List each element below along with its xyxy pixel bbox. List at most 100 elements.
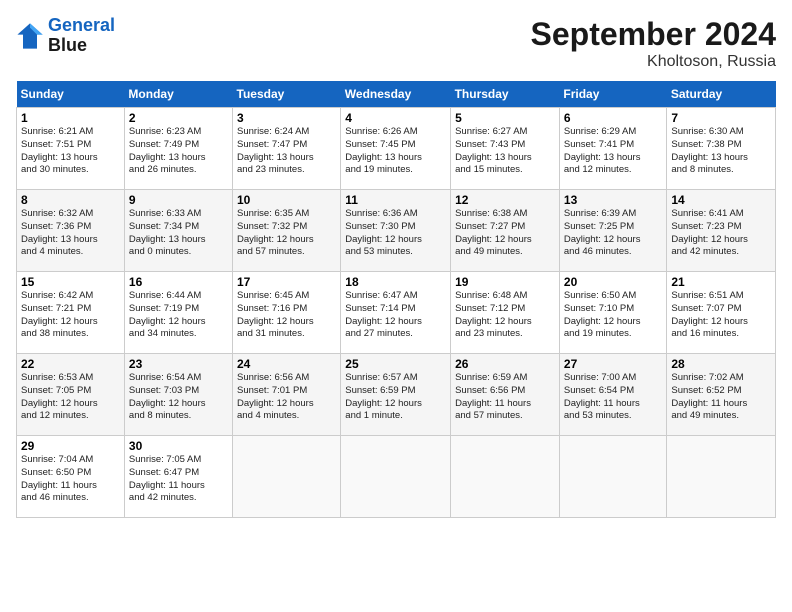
- cell-info: Sunrise: 6:44 AMSunset: 7:19 PMDaylight:…: [129, 290, 206, 339]
- header: General Blue September 2024 Kholtoson, R…: [16, 16, 776, 71]
- title-block: September 2024 Kholtoson, Russia: [531, 16, 776, 71]
- calendar-cell: 27Sunrise: 7:00 AMSunset: 6:54 PMDayligh…: [559, 354, 666, 436]
- week-row-3: 15Sunrise: 6:42 AMSunset: 7:21 PMDayligh…: [17, 272, 776, 354]
- logo: General Blue: [16, 16, 115, 56]
- calendar-cell: 18Sunrise: 6:47 AMSunset: 7:14 PMDayligh…: [341, 272, 451, 354]
- day-number: 2: [129, 111, 228, 125]
- cell-info: Sunrise: 6:27 AMSunset: 7:43 PMDaylight:…: [455, 126, 532, 175]
- cell-info: Sunrise: 7:04 AMSunset: 6:50 PMDaylight:…: [21, 454, 97, 503]
- cell-info: Sunrise: 6:36 AMSunset: 7:30 PMDaylight:…: [345, 208, 422, 257]
- day-number: 20: [564, 275, 662, 289]
- calendar-cell: 26Sunrise: 6:59 AMSunset: 6:56 PMDayligh…: [451, 354, 560, 436]
- day-number: 24: [237, 357, 336, 371]
- cell-info: Sunrise: 7:02 AMSunset: 6:52 PMDaylight:…: [671, 372, 747, 421]
- calendar-cell: 4Sunrise: 6:26 AMSunset: 7:45 PMDaylight…: [341, 108, 451, 190]
- calendar-cell: 23Sunrise: 6:54 AMSunset: 7:03 PMDayligh…: [124, 354, 232, 436]
- calendar-cell: 2Sunrise: 6:23 AMSunset: 7:49 PMDaylight…: [124, 108, 232, 190]
- calendar-cell: 11Sunrise: 6:36 AMSunset: 7:30 PMDayligh…: [341, 190, 451, 272]
- calendar-cell: 12Sunrise: 6:38 AMSunset: 7:27 PMDayligh…: [451, 190, 560, 272]
- calendar-cell: [667, 436, 776, 518]
- col-header-tuesday: Tuesday: [233, 81, 341, 108]
- cell-info: Sunrise: 6:42 AMSunset: 7:21 PMDaylight:…: [21, 290, 98, 339]
- day-number: 17: [237, 275, 336, 289]
- day-number: 8: [21, 193, 120, 207]
- day-number: 27: [564, 357, 662, 371]
- calendar-cell: 1Sunrise: 6:21 AMSunset: 7:51 PMDaylight…: [17, 108, 125, 190]
- calendar-table: SundayMondayTuesdayWednesdayThursdayFrid…: [16, 81, 776, 518]
- calendar-cell: 30Sunrise: 7:05 AMSunset: 6:47 PMDayligh…: [124, 436, 232, 518]
- cell-info: Sunrise: 6:29 AMSunset: 7:41 PMDaylight:…: [564, 126, 641, 175]
- day-number: 14: [671, 193, 771, 207]
- day-number: 4: [345, 111, 446, 125]
- day-number: 11: [345, 193, 446, 207]
- cell-info: Sunrise: 6:48 AMSunset: 7:12 PMDaylight:…: [455, 290, 532, 339]
- col-header-wednesday: Wednesday: [341, 81, 451, 108]
- day-number: 5: [455, 111, 555, 125]
- day-number: 26: [455, 357, 555, 371]
- calendar-cell: 29Sunrise: 7:04 AMSunset: 6:50 PMDayligh…: [17, 436, 125, 518]
- calendar-cell: 25Sunrise: 6:57 AMSunset: 6:59 PMDayligh…: [341, 354, 451, 436]
- cell-info: Sunrise: 6:32 AMSunset: 7:36 PMDaylight:…: [21, 208, 98, 257]
- cell-info: Sunrise: 6:59 AMSunset: 6:56 PMDaylight:…: [455, 372, 531, 421]
- day-number: 25: [345, 357, 446, 371]
- calendar-page: General Blue September 2024 Kholtoson, R…: [0, 0, 792, 612]
- cell-info: Sunrise: 6:33 AMSunset: 7:34 PMDaylight:…: [129, 208, 206, 257]
- week-row-1: 1Sunrise: 6:21 AMSunset: 7:51 PMDaylight…: [17, 108, 776, 190]
- cell-info: Sunrise: 6:50 AMSunset: 7:10 PMDaylight:…: [564, 290, 641, 339]
- cell-info: Sunrise: 6:51 AMSunset: 7:07 PMDaylight:…: [671, 290, 748, 339]
- calendar-cell: 19Sunrise: 6:48 AMSunset: 7:12 PMDayligh…: [451, 272, 560, 354]
- calendar-cell: 14Sunrise: 6:41 AMSunset: 7:23 PMDayligh…: [667, 190, 776, 272]
- day-number: 21: [671, 275, 771, 289]
- calendar-cell: 22Sunrise: 6:53 AMSunset: 7:05 PMDayligh…: [17, 354, 125, 436]
- calendar-cell: 21Sunrise: 6:51 AMSunset: 7:07 PMDayligh…: [667, 272, 776, 354]
- calendar-cell: 17Sunrise: 6:45 AMSunset: 7:16 PMDayligh…: [233, 272, 341, 354]
- calendar-cell: 20Sunrise: 6:50 AMSunset: 7:10 PMDayligh…: [559, 272, 666, 354]
- calendar-cell: 8Sunrise: 6:32 AMSunset: 7:36 PMDaylight…: [17, 190, 125, 272]
- day-number: 1: [21, 111, 120, 125]
- cell-info: Sunrise: 6:30 AMSunset: 7:38 PMDaylight:…: [671, 126, 748, 175]
- calendar-cell: 9Sunrise: 6:33 AMSunset: 7:34 PMDaylight…: [124, 190, 232, 272]
- cell-info: Sunrise: 6:26 AMSunset: 7:45 PMDaylight:…: [345, 126, 422, 175]
- calendar-cell: 15Sunrise: 6:42 AMSunset: 7:21 PMDayligh…: [17, 272, 125, 354]
- logo-line2: Blue: [48, 36, 115, 56]
- day-number: 10: [237, 193, 336, 207]
- day-number: 30: [129, 439, 228, 453]
- day-number: 29: [21, 439, 120, 453]
- cell-info: Sunrise: 6:21 AMSunset: 7:51 PMDaylight:…: [21, 126, 98, 175]
- cell-info: Sunrise: 6:38 AMSunset: 7:27 PMDaylight:…: [455, 208, 532, 257]
- week-row-5: 29Sunrise: 7:04 AMSunset: 6:50 PMDayligh…: [17, 436, 776, 518]
- week-row-4: 22Sunrise: 6:53 AMSunset: 7:05 PMDayligh…: [17, 354, 776, 436]
- day-number: 22: [21, 357, 120, 371]
- cell-info: Sunrise: 7:05 AMSunset: 6:47 PMDaylight:…: [129, 454, 205, 503]
- cell-info: Sunrise: 6:35 AMSunset: 7:32 PMDaylight:…: [237, 208, 314, 257]
- location: Kholtoson, Russia: [531, 53, 776, 71]
- cell-info: Sunrise: 7:00 AMSunset: 6:54 PMDaylight:…: [564, 372, 640, 421]
- calendar-cell: 24Sunrise: 6:56 AMSunset: 7:01 PMDayligh…: [233, 354, 341, 436]
- cell-info: Sunrise: 6:53 AMSunset: 7:05 PMDaylight:…: [21, 372, 98, 421]
- day-number: 7: [671, 111, 771, 125]
- day-number: 28: [671, 357, 771, 371]
- day-number: 23: [129, 357, 228, 371]
- cell-info: Sunrise: 6:41 AMSunset: 7:23 PMDaylight:…: [671, 208, 748, 257]
- cell-info: Sunrise: 6:23 AMSunset: 7:49 PMDaylight:…: [129, 126, 206, 175]
- col-header-monday: Monday: [124, 81, 232, 108]
- cell-info: Sunrise: 6:39 AMSunset: 7:25 PMDaylight:…: [564, 208, 641, 257]
- cell-info: Sunrise: 6:47 AMSunset: 7:14 PMDaylight:…: [345, 290, 422, 339]
- calendar-cell: 5Sunrise: 6:27 AMSunset: 7:43 PMDaylight…: [451, 108, 560, 190]
- day-number: 16: [129, 275, 228, 289]
- cell-info: Sunrise: 6:24 AMSunset: 7:47 PMDaylight:…: [237, 126, 314, 175]
- col-header-friday: Friday: [559, 81, 666, 108]
- calendar-cell: 16Sunrise: 6:44 AMSunset: 7:19 PMDayligh…: [124, 272, 232, 354]
- col-header-saturday: Saturday: [667, 81, 776, 108]
- day-number: 15: [21, 275, 120, 289]
- calendar-cell: [233, 436, 341, 518]
- day-number: 3: [237, 111, 336, 125]
- day-number: 9: [129, 193, 228, 207]
- calendar-cell: 13Sunrise: 6:39 AMSunset: 7:25 PMDayligh…: [559, 190, 666, 272]
- calendar-cell: [451, 436, 560, 518]
- calendar-cell: 28Sunrise: 7:02 AMSunset: 6:52 PMDayligh…: [667, 354, 776, 436]
- day-number: 6: [564, 111, 662, 125]
- cell-info: Sunrise: 6:56 AMSunset: 7:01 PMDaylight:…: [237, 372, 314, 421]
- day-number: 19: [455, 275, 555, 289]
- cell-info: Sunrise: 6:45 AMSunset: 7:16 PMDaylight:…: [237, 290, 314, 339]
